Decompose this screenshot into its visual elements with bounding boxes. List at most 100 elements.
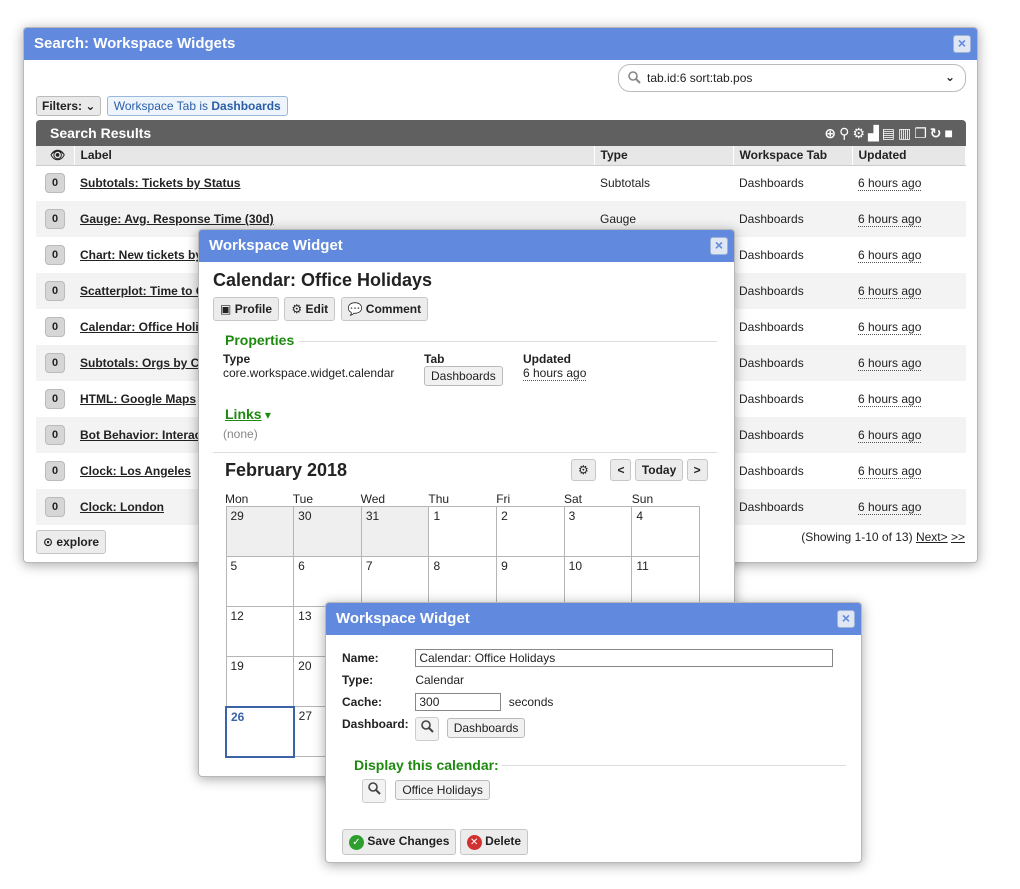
table-row[interactable]: 0 Subtotals: Tickets by Status Subtotals Da… bbox=[36, 165, 966, 201]
calendar-day-cell[interactable]: 31 bbox=[360, 506, 430, 557]
widget-label-link[interactable]: HTML: Google Maps bbox=[80, 392, 196, 406]
widget-label-link[interactable]: Subtotals: Orgs by Co bbox=[80, 356, 207, 370]
search-icon[interactable] bbox=[362, 779, 386, 803]
calendar-day-cell[interactable]: 26 bbox=[225, 705, 295, 758]
search-icon[interactable] bbox=[415, 717, 440, 741]
watcher-count[interactable]: 0 bbox=[45, 209, 65, 229]
close-icon[interactable]: × bbox=[953, 35, 971, 53]
widget-updated: 6 hours ago bbox=[858, 320, 922, 335]
calendar-day-cell[interactable]: 7 bbox=[360, 556, 430, 607]
calendar-day-cell[interactable]: 10 bbox=[563, 556, 633, 607]
search-popup-title: Search: Workspace Widgets × bbox=[24, 28, 977, 60]
calendar-day-cell[interactable]: 8 bbox=[428, 556, 498, 607]
column-header[interactable]: Label bbox=[74, 146, 595, 166]
watcher-count[interactable]: 0 bbox=[45, 353, 65, 373]
export-icon[interactable]: ▥ bbox=[898, 125, 914, 141]
cache-field[interactable]: 300 bbox=[415, 693, 502, 711]
widget-label-link[interactable]: Scatterplot: Time to C bbox=[80, 284, 204, 298]
edit-button[interactable]: ⚙ Edit bbox=[284, 297, 336, 321]
calendar-day-cell[interactable]: 12 bbox=[225, 606, 295, 657]
calendar-settings-button[interactable]: ⚙ bbox=[571, 459, 596, 481]
column-header[interactable]: Updated bbox=[852, 146, 966, 166]
column-header[interactable]: Workspace Tab bbox=[733, 146, 853, 166]
close-icon[interactable]: × bbox=[837, 610, 855, 628]
property-updated: Updated 6 hours ago bbox=[523, 352, 587, 381]
calendar-nav: ⚙ < Today > bbox=[571, 459, 708, 481]
calendar-day-cell[interactable]: 1 bbox=[428, 506, 498, 557]
display-legend: Display this calendar: bbox=[354, 757, 499, 773]
widget-tab: Dashboards bbox=[733, 345, 852, 381]
calendar-day-cell[interactable]: 2 bbox=[496, 506, 565, 557]
import-icon[interactable]: ▤ bbox=[882, 125, 898, 141]
search-query-select[interactable]: tab.id:6 sort:tab.pos ⌄ bbox=[618, 64, 966, 92]
checkbox-icon[interactable]: ■ bbox=[945, 125, 956, 141]
watcher-count[interactable]: 0 bbox=[45, 173, 65, 194]
widget-updated: 6 hours ago bbox=[858, 176, 922, 192]
widget-heading: Calendar: Office Holidays bbox=[213, 270, 433, 290]
calendar-today-button[interactable]: Today bbox=[634, 459, 684, 481]
divider bbox=[501, 765, 846, 766]
links-value: (none) bbox=[223, 427, 258, 441]
chevron-down-icon: ⌄ bbox=[944, 70, 955, 84]
widget-tab: Dashboards bbox=[733, 309, 852, 345]
filter-tag[interactable]: Workspace Tab is Dashboards bbox=[106, 96, 288, 116]
tab-value-button[interactable]: Dashboards bbox=[424, 366, 503, 386]
widget-label-link[interactable]: Clock: London bbox=[80, 500, 164, 514]
name-field[interactable]: Calendar: Office Holidays bbox=[415, 649, 834, 667]
calendar-day-cell[interactable]: 11 bbox=[631, 556, 700, 607]
name-row: Name: Calendar: Office Holidays bbox=[342, 649, 834, 667]
watcher-count[interactable]: 0 bbox=[45, 425, 65, 445]
copy-icon[interactable]: ❐ bbox=[914, 125, 930, 141]
dashboard-row: Dashboard: Dashboards bbox=[342, 717, 526, 741]
chart-icon[interactable]: ▟ bbox=[868, 125, 882, 141]
pagination: (Showing 1-10 of 13) Next> >> bbox=[801, 530, 965, 544]
calendar-day-cell[interactable]: 19 bbox=[225, 656, 295, 707]
save-changes-button[interactable]: ✓ Save Changes bbox=[342, 829, 457, 855]
widget-label-link[interactable]: Chart: New tickets by bbox=[80, 248, 202, 262]
widget-updated: 6 hours ago bbox=[858, 392, 922, 407]
dashboard-label: Dashboard: bbox=[342, 717, 409, 731]
search-results-bar: Search Results ⊕⚲⚙▟▤▥❐↻■ bbox=[36, 120, 966, 146]
links-toggle[interactable]: Links ▾ bbox=[225, 406, 271, 422]
gear-icon[interactable]: ⚙ bbox=[852, 125, 868, 141]
widget-label-link[interactable]: Clock: Los Angeles bbox=[80, 464, 191, 478]
delete-button[interactable]: ✕ Delete bbox=[459, 829, 529, 855]
calendar-day-cell[interactable]: 6 bbox=[293, 556, 362, 607]
watcher-count[interactable]: 0 bbox=[45, 461, 65, 481]
watcher-count[interactable]: 0 bbox=[45, 389, 65, 409]
calendar-prev-button[interactable]: < bbox=[610, 459, 632, 481]
calendar-day-header: Wed bbox=[360, 492, 386, 506]
explore-button[interactable]: ⊙ explore bbox=[36, 530, 107, 554]
dashboard-chip[interactable]: Dashboards bbox=[446, 718, 526, 739]
display-calendar-chip[interactable]: Office Holidays bbox=[395, 780, 490, 801]
widget-label-link[interactable]: Bot Behavior: Interac bbox=[80, 428, 201, 442]
calendar-day-cell[interactable]: 3 bbox=[563, 506, 633, 557]
calendar-next-button[interactable]: > bbox=[686, 459, 708, 481]
type-label: Type: bbox=[342, 673, 374, 687]
calendar-day-cell[interactable]: 30 bbox=[293, 506, 362, 557]
next-page-link[interactable]: Next> bbox=[916, 530, 948, 544]
widget-label-link[interactable]: Calendar: Office Holi bbox=[80, 320, 199, 334]
watcher-count[interactable]: 0 bbox=[45, 245, 65, 265]
column-header[interactable]: Type bbox=[594, 146, 734, 166]
calendar-day-cell[interactable]: 9 bbox=[496, 556, 565, 607]
calendar-day-cell[interactable]: 5 bbox=[225, 556, 295, 607]
close-icon[interactable]: × bbox=[710, 237, 728, 255]
watcher-count[interactable]: 0 bbox=[45, 281, 65, 301]
widget-label-link[interactable]: Gauge: Avg. Response Time (30d) bbox=[80, 212, 274, 226]
refresh-icon[interactable]: ↻ bbox=[930, 125, 945, 141]
add-icon[interactable]: ⊕ bbox=[824, 125, 839, 141]
last-page-link[interactable]: >> bbox=[951, 530, 965, 544]
comment-button[interactable]: 💬 Comment bbox=[340, 297, 429, 321]
caret-down-icon: ▾ bbox=[264, 408, 271, 422]
profile-button[interactable]: ▣ Profile bbox=[213, 297, 280, 321]
calendar-day-cell[interactable]: 29 bbox=[225, 506, 295, 557]
watcher-count[interactable]: 0 bbox=[45, 497, 65, 517]
filters-button[interactable]: Filters: ⌄ bbox=[36, 96, 102, 116]
property-type: Type core.workspace.widget.calendar bbox=[223, 352, 394, 380]
check-icon: ✓ bbox=[349, 835, 364, 850]
search-icon[interactable]: ⚲ bbox=[839, 125, 852, 141]
widget-label-link[interactable]: Subtotals: Tickets by Status bbox=[80, 176, 240, 190]
watcher-count[interactable]: 0 bbox=[45, 317, 65, 337]
calendar-day-cell[interactable]: 4 bbox=[631, 506, 700, 557]
